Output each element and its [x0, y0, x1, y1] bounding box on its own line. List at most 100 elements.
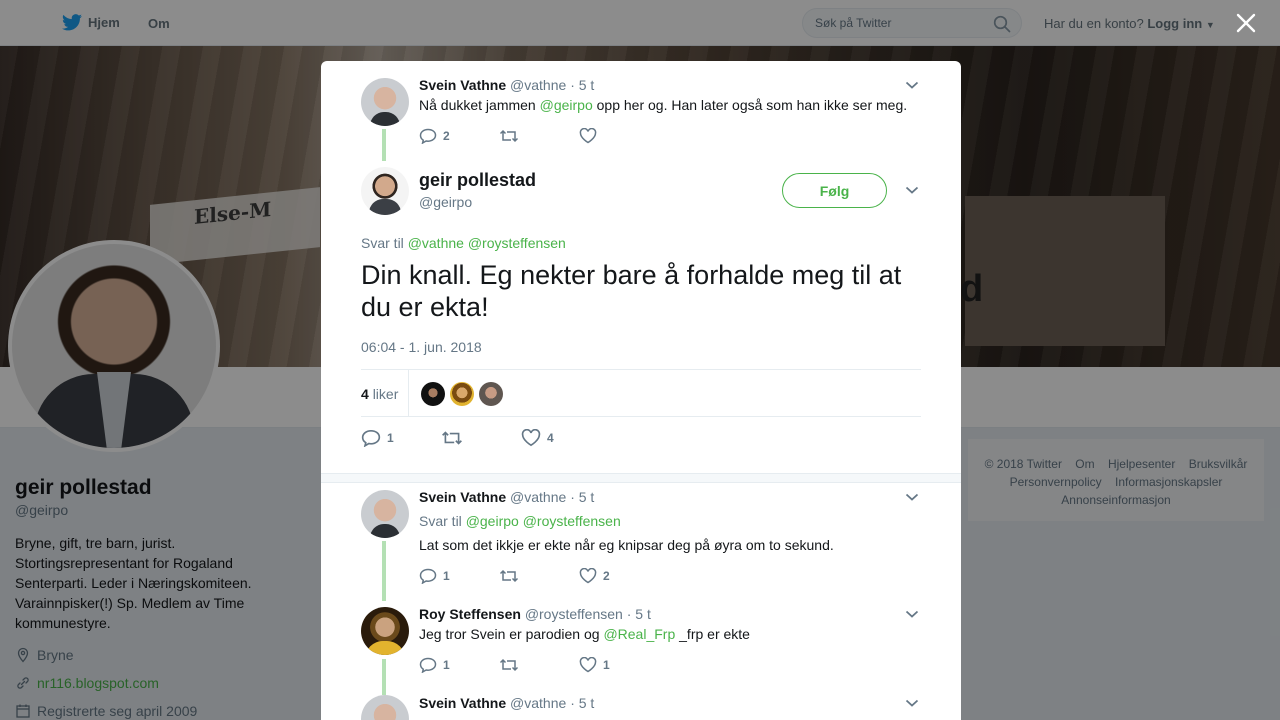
mention-link[interactable]: @vathne: [408, 235, 464, 251]
reply-to-label: Svar til: [361, 235, 404, 251]
tweet-author-handle[interactable]: @roysteffensen: [525, 606, 623, 622]
tweet-author-handle[interactable]: @vathne: [510, 77, 566, 93]
tweet-author-name[interactable]: Svein Vathne: [419, 489, 506, 505]
reply-icon: [419, 128, 437, 144]
retweet-icon: [499, 569, 519, 583]
tweet-text-part: _frp er ekte: [675, 626, 750, 642]
tweet-text-part: Nå dukket jammen: [419, 97, 540, 113]
heart-icon: [579, 128, 597, 144]
chevron-down-icon[interactable]: [905, 80, 919, 90]
avatar[interactable]: [361, 695, 409, 720]
tweet-author-name[interactable]: Svein Vathne: [419, 77, 506, 93]
reply-button[interactable]: 1: [361, 429, 441, 447]
tweet-time[interactable]: · 5 t: [627, 606, 651, 622]
parent-tweet[interactable]: Svein Vathne @vathne · 5 t Nå dukket jam…: [361, 61, 921, 171]
liker-avatar[interactable]: [421, 382, 445, 406]
main-tweet-timestamp[interactable]: 06:04 - 1. jun. 2018: [361, 339, 482, 355]
tweet-header: Svein Vathne @vathne · 5 t: [419, 695, 594, 711]
like-count: 1: [603, 658, 610, 672]
tweet-text-part: opp her og. Han later også som han ikke …: [592, 97, 908, 113]
tweet-actions: 2: [419, 127, 659, 145]
chevron-down-icon[interactable]: [905, 698, 919, 708]
reply-to-line: Svar til @geirpo @roysteffensen: [419, 513, 621, 529]
reply-to-label: Svar til: [419, 513, 462, 529]
tweet-header: Roy Steffensen @roysteffensen · 5 t: [419, 606, 651, 622]
heart-icon: [579, 657, 597, 673]
reply-tweet[interactable]: Svein Vathne @vathne · 5 t: [361, 695, 921, 720]
liker-avatar[interactable]: [450, 382, 474, 406]
mention-link[interactable]: @geirpo: [466, 513, 519, 529]
tweet-text-part: Jeg tror Svein er parodien og: [419, 626, 604, 642]
avatar[interactable]: [361, 167, 409, 215]
mention-link[interactable]: @geirpo: [540, 97, 593, 113]
stats-divider: [408, 370, 409, 416]
retweet-button[interactable]: [499, 128, 579, 144]
tweet-actions: 1 2: [419, 567, 659, 585]
retweet-icon: [499, 658, 519, 672]
tweet-time[interactable]: · 5 t: [570, 695, 594, 711]
likes-number: 4: [361, 386, 369, 402]
heart-icon: [521, 429, 541, 447]
liker-avatar[interactable]: [479, 382, 503, 406]
like-button[interactable]: 2: [579, 568, 659, 584]
reply-tweet[interactable]: Roy Steffensen @roysteffensen · 5 t Jeg …: [361, 601, 921, 695]
follow-button[interactable]: Følg: [782, 173, 887, 208]
tweet-actions: 1 1: [419, 656, 659, 674]
tweet-text: Nå dukket jammen @geirpo opp her og. Han…: [419, 97, 907, 113]
chevron-down-icon[interactable]: [905, 185, 919, 195]
tweet-author-handle[interactable]: @vathne: [510, 489, 566, 505]
like-button[interactable]: 4: [521, 429, 601, 447]
avatar[interactable]: [361, 490, 409, 538]
main-tweet-author-name[interactable]: geir pollestad: [419, 170, 536, 191]
tweet-modal: Svein Vathne @vathne · 5 t Nå dukket jam…: [321, 61, 961, 720]
chevron-down-icon[interactable]: [905, 609, 919, 619]
reply-button[interactable]: 1: [419, 568, 499, 584]
retweet-button[interactable]: [441, 429, 521, 447]
main-tweet-actions: 1 4: [361, 429, 601, 447]
mention-link[interactable]: @Real_Frp: [603, 626, 675, 642]
thread-line: [382, 541, 386, 601]
reply-icon: [419, 657, 437, 673]
tweet-author-name[interactable]: Roy Steffensen: [419, 606, 521, 622]
tweet-time[interactable]: · 5 t: [570, 77, 594, 93]
retweet-button[interactable]: [499, 657, 579, 673]
chevron-down-icon[interactable]: [905, 492, 919, 502]
heart-icon: [579, 568, 597, 584]
likes-count[interactable]: 4 liker: [361, 386, 398, 402]
like-count: 4: [547, 431, 554, 445]
tweet-header: Svein Vathne @vathne · 5 t: [419, 489, 594, 505]
reply-button[interactable]: 2: [419, 128, 499, 144]
mention-link[interactable]: @roysteffensen: [523, 513, 621, 529]
thread-line: [382, 659, 386, 695]
reply-count: 2: [443, 129, 450, 143]
tweet-stats: 4 liker: [361, 369, 921, 417]
reply-icon: [361, 429, 381, 447]
tweet-author-handle[interactable]: @vathne: [510, 695, 566, 711]
tweet-author-name[interactable]: Svein Vathne: [419, 695, 506, 711]
thread-line: [382, 129, 386, 161]
reply-count: 1: [387, 431, 394, 445]
like-button[interactable]: [579, 128, 659, 144]
tweet-text: Jeg tror Svein er parodien og @Real_Frp …: [419, 626, 750, 642]
tweet-header: Svein Vathne @vathne · 5 t: [419, 77, 594, 93]
main-tweet-text: Din knall. Eg nekter bare å forhalde meg…: [361, 260, 902, 322]
avatar[interactable]: [361, 78, 409, 126]
like-count: 2: [603, 569, 610, 583]
likes-label: liker: [372, 386, 399, 402]
reply-count: 1: [443, 569, 450, 583]
reply-tweet[interactable]: Svein Vathne @vathne · 5 t Svar til @gei…: [361, 483, 921, 601]
like-button[interactable]: 1: [579, 657, 659, 673]
reply-button[interactable]: 1: [419, 657, 499, 673]
reply-to-line: Svar til @vathne @roysteffensen: [361, 235, 566, 251]
mention-link[interactable]: @roysteffensen: [468, 235, 566, 251]
retweet-icon: [499, 129, 519, 143]
avatar[interactable]: [361, 607, 409, 655]
retweet-icon: [442, 431, 462, 445]
tweet-text: Lat som det ikkje er ekte når eg knipsar…: [419, 537, 834, 553]
tweet-time[interactable]: · 5 t: [570, 489, 594, 505]
retweet-button[interactable]: [499, 568, 579, 584]
reply-icon: [419, 568, 437, 584]
main-tweet-author-handle[interactable]: @geirpo: [419, 194, 472, 210]
reply-count: 1: [443, 658, 450, 672]
close-icon[interactable]: [1236, 13, 1256, 33]
